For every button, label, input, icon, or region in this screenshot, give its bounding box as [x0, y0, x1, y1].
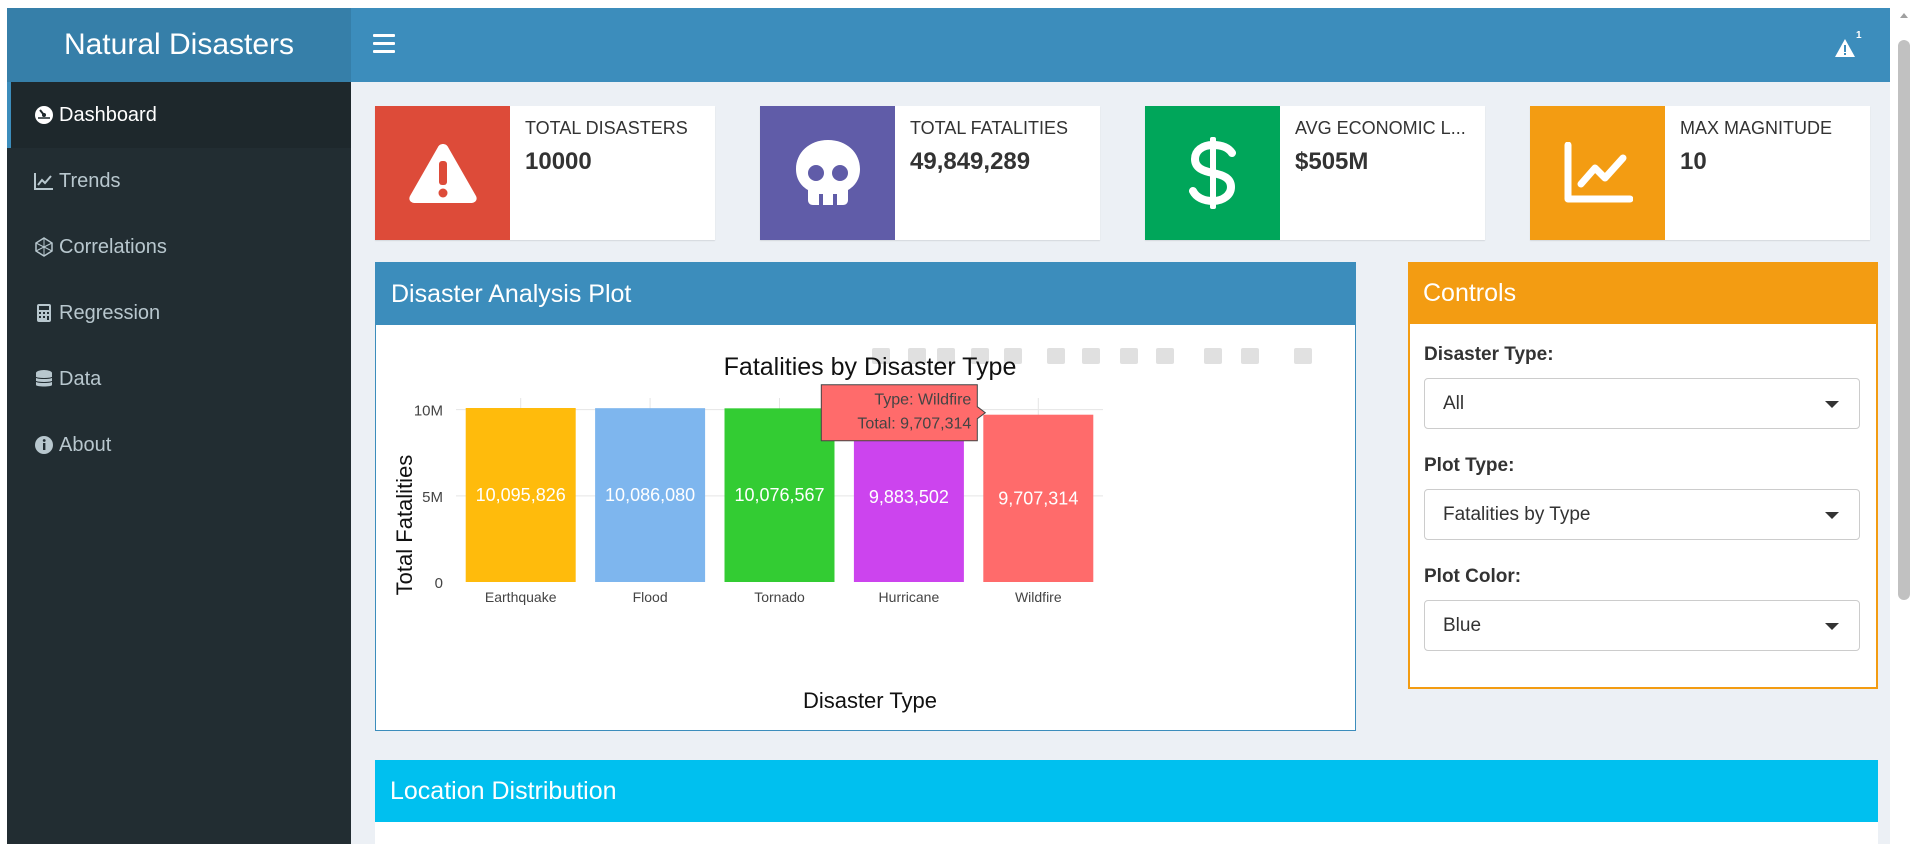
x-tick-label: Wildfire — [1015, 589, 1062, 605]
y-tick-label: 0 — [435, 575, 443, 592]
calculator-icon — [33, 302, 55, 324]
hover-tooltip: Type: Wildfire Total: 9,707,314 — [820, 384, 987, 442]
plot-type-value: Fatalities by Type — [1443, 504, 1591, 525]
sidebar-item-data[interactable]: Data — [7, 346, 351, 412]
bar-value-label: 10,095,826 — [476, 485, 566, 505]
bar-value-label: 10,086,080 — [605, 485, 695, 505]
sidebar-item-label: Regression — [59, 302, 161, 324]
scrollbar-up-arrow[interactable] — [1898, 8, 1910, 22]
plot-color-select[interactable]: Blue — [1424, 600, 1860, 651]
chart-line-icon — [1530, 106, 1665, 240]
disaster-type-value: All — [1443, 393, 1465, 414]
sidebar-item-label: About — [59, 434, 112, 456]
infobox-value: 10 — [1680, 148, 1707, 175]
infobox-label: TOTAL DISASTERS — [525, 118, 688, 138]
sidebar-item-dashboard[interactable]: Dashboard — [7, 82, 351, 148]
sidebar: Dashboard Trends Correlations Regression… — [7, 82, 351, 844]
sidebar-item-regression[interactable]: Regression — [7, 280, 351, 346]
dollar-icon — [1145, 106, 1280, 240]
chart-title: Fatalities by Disaster Type — [724, 353, 1017, 381]
y-tick-label: 10M — [414, 403, 443, 420]
infobox-avg-economic-loss: AVG ECONOMIC L... $505M — [1145, 106, 1485, 240]
controls-box-title: Controls — [1408, 262, 1878, 324]
modebar-button[interactable] — [1082, 348, 1100, 364]
infobox-label: AVG ECONOMIC L... — [1295, 118, 1466, 138]
modebar-button[interactable] — [1241, 348, 1259, 364]
x-tick-label: Hurricane — [879, 589, 940, 605]
app-logo[interactable]: Natural Disasters — [7, 8, 351, 82]
app-frame: Natural Disasters 1 Dashboard Trends Cor… — [7, 8, 1890, 844]
plot-box-title: Disaster Analysis Plot — [376, 263, 1355, 325]
x-tick-label: Flood — [633, 589, 668, 605]
sidebar-item-label: Trends — [59, 170, 121, 192]
network-icon — [33, 236, 55, 258]
modebar-button[interactable] — [1120, 348, 1138, 364]
page-scrollbar-thumb[interactable] — [1898, 40, 1910, 600]
line-chart-icon — [33, 170, 55, 192]
infobox-value: 49,849,289 — [910, 148, 1031, 175]
x-axis-label: Disaster Type — [803, 688, 937, 713]
disaster-type-select[interactable]: All — [1424, 378, 1860, 429]
warning-icon — [375, 106, 510, 240]
bar-value-label: 10,076,567 — [734, 485, 824, 505]
disaster-analysis-plot-box: Disaster Analysis Plot Fatalities by Dis… — [375, 262, 1356, 731]
notification-count-badge: 1 — [1856, 30, 1862, 41]
infobox-max-magnitude: MAX MAGNITUDE 10 — [1530, 106, 1870, 240]
modebar-button[interactable] — [1156, 348, 1174, 364]
chevron-down-icon — [1825, 512, 1839, 519]
bar-value-label: 9,707,314 — [998, 488, 1078, 508]
sidebar-toggle-button[interactable] — [373, 34, 395, 56]
infobox-label: TOTAL FATALITIES — [910, 118, 1069, 138]
location-box-title: Location Distribution — [375, 760, 1878, 822]
controls-box: Controls Disaster Type: All Plot Type: F… — [1408, 262, 1878, 689]
plot-type-select[interactable]: Fatalities by Type — [1424, 489, 1860, 540]
disaster-type-label: Disaster Type: — [1424, 344, 1554, 365]
sidebar-item-label: Correlations — [59, 236, 167, 258]
database-icon — [33, 368, 55, 390]
tooltip-line-1: Type: Wildfire — [874, 392, 971, 409]
infobox-total-disasters: TOTAL DISASTERS 10000 — [375, 106, 715, 240]
sidebar-item-correlations[interactable]: Correlations — [7, 214, 351, 280]
plot-color-label: Plot Color: — [1424, 566, 1522, 587]
dashboard-icon — [33, 104, 55, 126]
skull-icon — [760, 106, 895, 240]
chevron-down-icon — [1825, 401, 1839, 408]
warning-icon — [1835, 39, 1855, 57]
bar-value-label: 9,883,502 — [869, 487, 949, 507]
main-content: TOTAL DISASTERS 10000 TOTAL FATALITIES 4… — [351, 82, 1890, 844]
infobox-value: $505M — [1295, 148, 1369, 175]
x-tick-label: Tornado — [754, 589, 805, 605]
sidebar-item-trends[interactable]: Trends — [7, 148, 351, 214]
modebar-button[interactable] — [1047, 348, 1065, 364]
sidebar-item-about[interactable]: About — [7, 412, 351, 478]
info-icon — [33, 434, 55, 456]
modebar-button[interactable] — [1204, 348, 1222, 364]
fatalities-bar-chart[interactable]: Fatalities by Disaster Type Total Fatali… — [376, 325, 1355, 730]
sidebar-item-label: Data — [59, 368, 102, 390]
chevron-down-icon — [1825, 623, 1839, 630]
modebar-button[interactable] — [1294, 348, 1312, 364]
top-navbar: Natural Disasters 1 — [7, 8, 1890, 82]
y-axis-label: Total Fatalities — [392, 455, 417, 596]
plot-type-label: Plot Type: — [1424, 455, 1515, 476]
location-distribution-box: Location Distribution — [375, 760, 1878, 844]
infobox-value: 10000 — [525, 148, 592, 175]
notifications-dropdown[interactable]: 1 — [1822, 30, 1862, 66]
plot-color-value: Blue — [1443, 615, 1482, 636]
infobox-total-fatalities: TOTAL FATALITIES 49,849,289 — [760, 106, 1100, 240]
x-tick-label: Earthquake — [485, 589, 557, 605]
sidebar-item-label: Dashboard — [59, 104, 157, 126]
y-tick-label: 5M — [422, 489, 443, 506]
infobox-label: MAX MAGNITUDE — [1680, 118, 1833, 138]
tooltip-line-2: Total: 9,707,314 — [857, 416, 971, 433]
